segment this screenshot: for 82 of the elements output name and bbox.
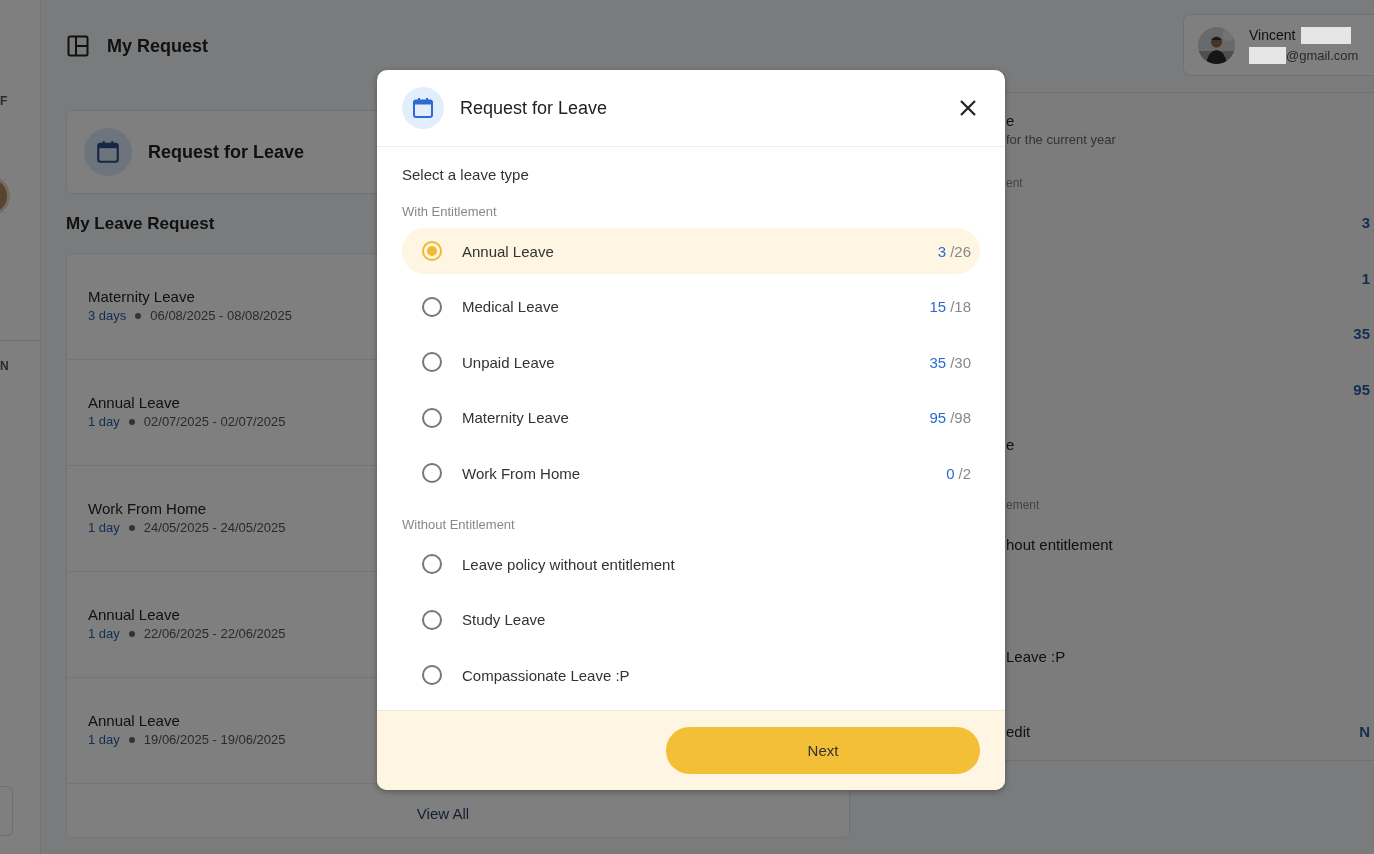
radio-button[interactable] bbox=[422, 554, 442, 574]
option-label: Medical Leave bbox=[462, 298, 559, 315]
leave-duration: 1 day bbox=[88, 520, 120, 535]
leave-option[interactable]: Work From Home 0 /2 bbox=[402, 450, 980, 496]
balance-count: 0 /2 bbox=[946, 464, 971, 482]
option-label: Annual Leave bbox=[462, 242, 554, 260]
layout-icon[interactable] bbox=[67, 35, 89, 57]
option-label: Unpaid Leave bbox=[462, 353, 555, 371]
calendar-icon bbox=[411, 96, 435, 120]
leave-duration: 1 day bbox=[88, 626, 120, 641]
next-button[interactable]: Next bbox=[666, 727, 980, 774]
leave-option[interactable]: Compassionate Leave :P bbox=[402, 652, 980, 698]
summary-subtitle: for the current year bbox=[1006, 132, 1116, 149]
sidebar-label: N bbox=[0, 359, 9, 373]
option-label: Study Leave bbox=[462, 611, 546, 628]
balance-count: 95 /98 bbox=[929, 409, 971, 426]
dot-separator bbox=[128, 630, 135, 637]
balance-value: 3 bbox=[1361, 214, 1370, 233]
close-icon bbox=[959, 99, 977, 117]
section-title: e bbox=[1006, 112, 1015, 131]
view-all-link[interactable]: View All bbox=[416, 805, 470, 822]
dot-separator bbox=[128, 736, 135, 743]
leave-option[interactable]: Leave policy without entitlement bbox=[402, 541, 980, 587]
calendar-icon bbox=[95, 139, 121, 165]
leave-type: Annual Leave bbox=[88, 606, 180, 623]
user-card[interactable]: Vincent @gmail.com bbox=[1183, 14, 1374, 76]
leave-type: Leave :P bbox=[1006, 647, 1066, 667]
leave-option[interactable]: Study Leave bbox=[402, 596, 980, 643]
dialog-title: Request for Leave bbox=[460, 97, 608, 119]
group-label: ement bbox=[1006, 497, 1040, 514]
card-title: Request for Leave bbox=[148, 141, 305, 163]
dot-separator bbox=[128, 524, 135, 531]
leave-type: edit bbox=[1006, 722, 1031, 742]
leave-type: e bbox=[1006, 436, 1015, 456]
dot-separator bbox=[135, 312, 142, 319]
leave-duration: 1 day bbox=[88, 414, 120, 429]
radio-button[interactable] bbox=[422, 463, 442, 483]
leave-type: Maternity Leave bbox=[88, 288, 195, 305]
user-name: Vincent bbox=[1249, 27, 1296, 43]
leave-option[interactable]: Annual Leave 3 /26 bbox=[402, 228, 980, 274]
redaction-block bbox=[1301, 26, 1352, 44]
balance-count: 3 /26 bbox=[937, 242, 971, 260]
balance-value: 95 bbox=[1353, 380, 1370, 400]
user-email: @gmail.com bbox=[1286, 47, 1359, 63]
leave-dates: 06/08/2025 - 08/08/2025 bbox=[150, 308, 292, 323]
radio-button[interactable] bbox=[422, 352, 442, 372]
section-title: My Leave Request bbox=[66, 214, 216, 234]
radio-button[interactable] bbox=[422, 609, 442, 630]
radio-button[interactable] bbox=[422, 665, 442, 685]
leave-type: Work From Home bbox=[88, 500, 207, 517]
leave-duration: 1 day bbox=[88, 732, 120, 747]
leave-option[interactable]: Medical Leave 15 /18 bbox=[402, 283, 980, 330]
sidebar-label: F bbox=[0, 94, 8, 108]
balance-count: 35 /30 bbox=[929, 353, 971, 371]
radio-button[interactable] bbox=[422, 241, 442, 261]
leave-option[interactable]: Unpaid Leave 35 /30 bbox=[402, 339, 980, 385]
balance-value: 35 bbox=[1353, 325, 1370, 345]
prompt-text: Select a leave type bbox=[402, 166, 530, 183]
radio-button[interactable] bbox=[422, 296, 442, 317]
balance-count: 15 /18 bbox=[929, 298, 971, 315]
group-label: ent bbox=[1006, 176, 1023, 192]
leave-option[interactable]: Maternity Leave 95 /98 bbox=[402, 394, 980, 441]
option-label: Compassionate Leave :P bbox=[462, 666, 630, 684]
group-label: Without Entitlement bbox=[402, 517, 516, 532]
balance-value: N bbox=[1359, 722, 1370, 742]
leave-type: Annual Leave bbox=[88, 712, 180, 729]
option-label: Leave policy without entitlement bbox=[462, 555, 675, 573]
leave-duration: 3 days bbox=[88, 308, 127, 323]
redaction-block bbox=[1249, 46, 1286, 64]
balance-value: 1 bbox=[1361, 269, 1370, 289]
leave-dates: 22/06/2025 - 22/06/2025 bbox=[143, 626, 286, 641]
page-title: My Request bbox=[107, 35, 209, 57]
option-label: Maternity Leave bbox=[462, 409, 569, 426]
leave-type: Annual Leave bbox=[88, 394, 180, 411]
option-label: Work From Home bbox=[462, 464, 581, 482]
leave-dates: 02/07/2025 - 02/07/2025 bbox=[143, 414, 286, 429]
radio-button[interactable] bbox=[422, 407, 442, 428]
group-label: With Entitlement bbox=[402, 204, 498, 219]
leave-dates: 24/05/2025 - 24/05/2025 bbox=[143, 520, 286, 535]
leave-dates: 19/06/2025 - 19/06/2025 bbox=[143, 732, 286, 747]
leave-type: hout entitlement bbox=[1006, 535, 1113, 555]
dot-separator bbox=[128, 418, 135, 425]
